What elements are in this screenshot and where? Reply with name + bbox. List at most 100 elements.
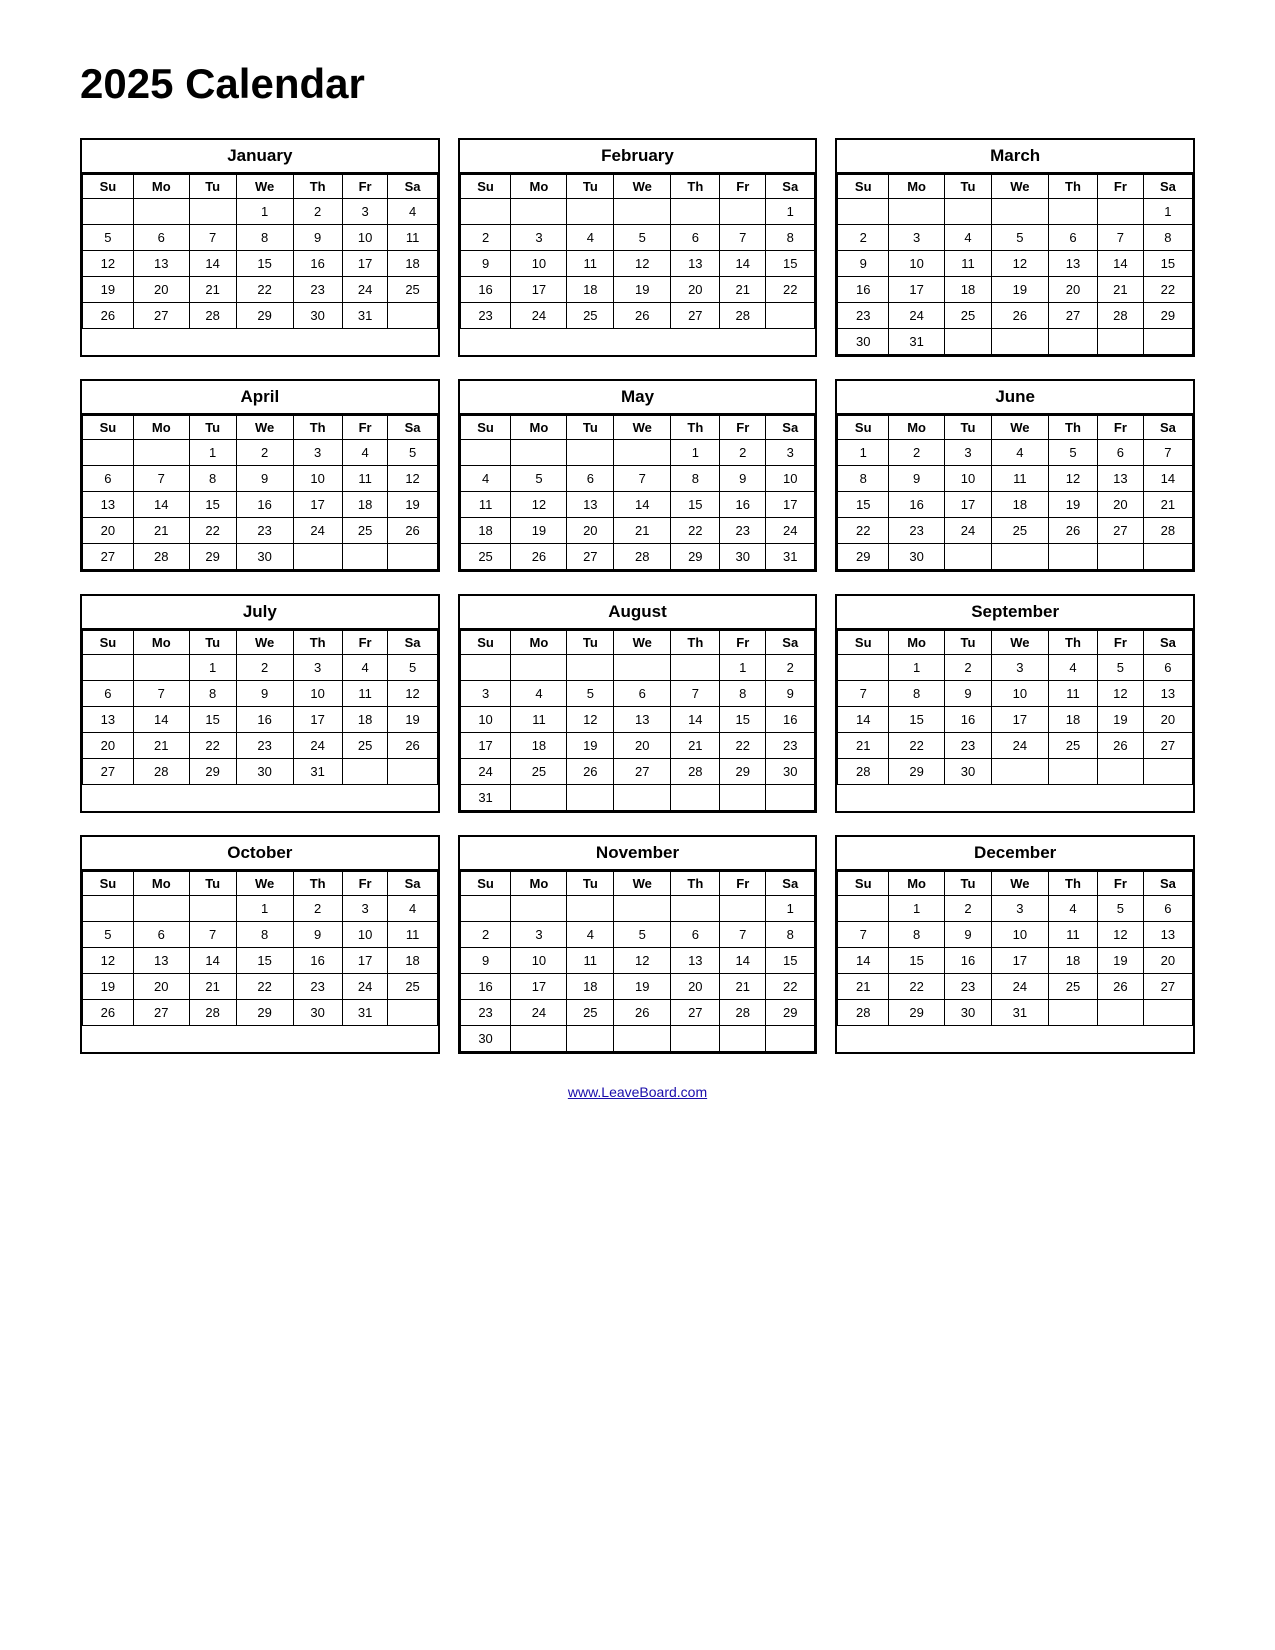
day-cell: 4 — [945, 225, 992, 251]
month-table-february: SuMoTuWeThFrSa12345678910111213141516171… — [460, 174, 816, 329]
day-cell: 11 — [1048, 681, 1097, 707]
day-cell: 3 — [293, 655, 342, 681]
day-cell: 19 — [1048, 492, 1097, 518]
day-cell: 9 — [945, 681, 992, 707]
day-cell: 12 — [388, 466, 437, 492]
day-header-mo: Mo — [133, 872, 189, 896]
week-row: 18192021222324 — [460, 518, 815, 544]
day-cell: 30 — [945, 1000, 992, 1026]
week-row: 13141516171819 — [83, 492, 438, 518]
day-header-fr: Fr — [720, 872, 766, 896]
day-cell — [991, 199, 1048, 225]
day-cell: 20 — [671, 277, 720, 303]
month-name-january: January — [82, 140, 438, 174]
day-cell: 15 — [838, 492, 889, 518]
week-row: 1 — [460, 896, 815, 922]
day-cell: 27 — [567, 544, 614, 570]
day-cell: 23 — [945, 733, 992, 759]
day-cell: 24 — [511, 303, 567, 329]
week-row: 15161718192021 — [838, 492, 1193, 518]
day-cell: 16 — [945, 948, 992, 974]
day-header-tu: Tu — [567, 416, 614, 440]
day-cell: 27 — [1143, 733, 1192, 759]
day-cell: 15 — [766, 251, 815, 277]
day-cell: 10 — [511, 251, 567, 277]
week-row: 12131415161718 — [83, 251, 438, 277]
day-cell — [189, 199, 236, 225]
day-cell: 8 — [766, 225, 815, 251]
day-cell: 6 — [671, 225, 720, 251]
day-cell: 7 — [614, 466, 671, 492]
day-cell — [133, 440, 189, 466]
day-cell: 25 — [567, 303, 614, 329]
day-cell: 10 — [342, 922, 388, 948]
day-cell — [1143, 329, 1192, 355]
day-cell: 22 — [1143, 277, 1192, 303]
day-cell — [293, 544, 342, 570]
day-cell: 5 — [1048, 440, 1097, 466]
day-cell: 6 — [83, 466, 134, 492]
day-cell: 19 — [567, 733, 614, 759]
day-cell: 14 — [671, 707, 720, 733]
day-header-fr: Fr — [1098, 175, 1144, 199]
day-cell: 28 — [671, 759, 720, 785]
day-cell: 14 — [133, 492, 189, 518]
day-cell: 30 — [236, 544, 293, 570]
day-cell: 5 — [991, 225, 1048, 251]
day-cell: 23 — [293, 277, 342, 303]
day-cell: 24 — [293, 733, 342, 759]
day-cell: 8 — [671, 466, 720, 492]
month-table-july: SuMoTuWeThFrSa12345678910111213141516171… — [82, 630, 438, 785]
day-cell: 9 — [889, 466, 945, 492]
day-cell — [720, 785, 766, 811]
day-cell: 9 — [945, 922, 992, 948]
day-cell: 8 — [838, 466, 889, 492]
day-header-th: Th — [1048, 872, 1097, 896]
day-cell — [1098, 329, 1144, 355]
day-cell: 19 — [614, 974, 671, 1000]
month-name-march: March — [837, 140, 1193, 174]
day-cell: 25 — [388, 277, 437, 303]
week-row: 2345678 — [460, 225, 815, 251]
day-cell: 26 — [511, 544, 567, 570]
week-row: 19202122232425 — [83, 277, 438, 303]
day-cell: 3 — [945, 440, 992, 466]
day-cell: 10 — [293, 681, 342, 707]
day-header-fr: Fr — [1098, 631, 1144, 655]
day-cell: 13 — [83, 492, 134, 518]
day-cell — [614, 1026, 671, 1052]
day-cell: 28 — [614, 544, 671, 570]
day-cell: 11 — [342, 681, 388, 707]
footer-link[interactable]: www.LeaveBoard.com — [80, 1084, 1195, 1100]
day-header-th: Th — [293, 416, 342, 440]
day-cell: 16 — [460, 974, 511, 1000]
day-header-tu: Tu — [567, 175, 614, 199]
day-header-su: Su — [838, 872, 889, 896]
day-cell: 25 — [991, 518, 1048, 544]
day-cell: 25 — [945, 303, 992, 329]
day-header-sa: Sa — [1143, 175, 1192, 199]
day-cell: 11 — [460, 492, 511, 518]
day-cell: 23 — [720, 518, 766, 544]
day-cell: 9 — [236, 681, 293, 707]
day-cell: 1 — [236, 199, 293, 225]
day-cell: 2 — [945, 896, 992, 922]
week-row: 123 — [460, 440, 815, 466]
day-cell: 2 — [293, 896, 342, 922]
week-row: 9101112131415 — [838, 251, 1193, 277]
day-cell: 19 — [511, 518, 567, 544]
month-block-january: JanuarySuMoTuWeThFrSa1234567891011121314… — [80, 138, 440, 357]
day-cell — [1143, 1000, 1192, 1026]
day-cell: 15 — [766, 948, 815, 974]
day-cell: 15 — [236, 251, 293, 277]
day-cell — [945, 329, 992, 355]
day-cell: 17 — [766, 492, 815, 518]
week-row: 20212223242526 — [83, 518, 438, 544]
day-cell: 19 — [1098, 707, 1144, 733]
day-cell: 13 — [1143, 922, 1192, 948]
page-title: 2025 Calendar — [80, 60, 1195, 108]
day-cell: 3 — [460, 681, 511, 707]
day-cell: 10 — [460, 707, 511, 733]
day-cell: 2 — [236, 440, 293, 466]
day-cell: 17 — [889, 277, 945, 303]
